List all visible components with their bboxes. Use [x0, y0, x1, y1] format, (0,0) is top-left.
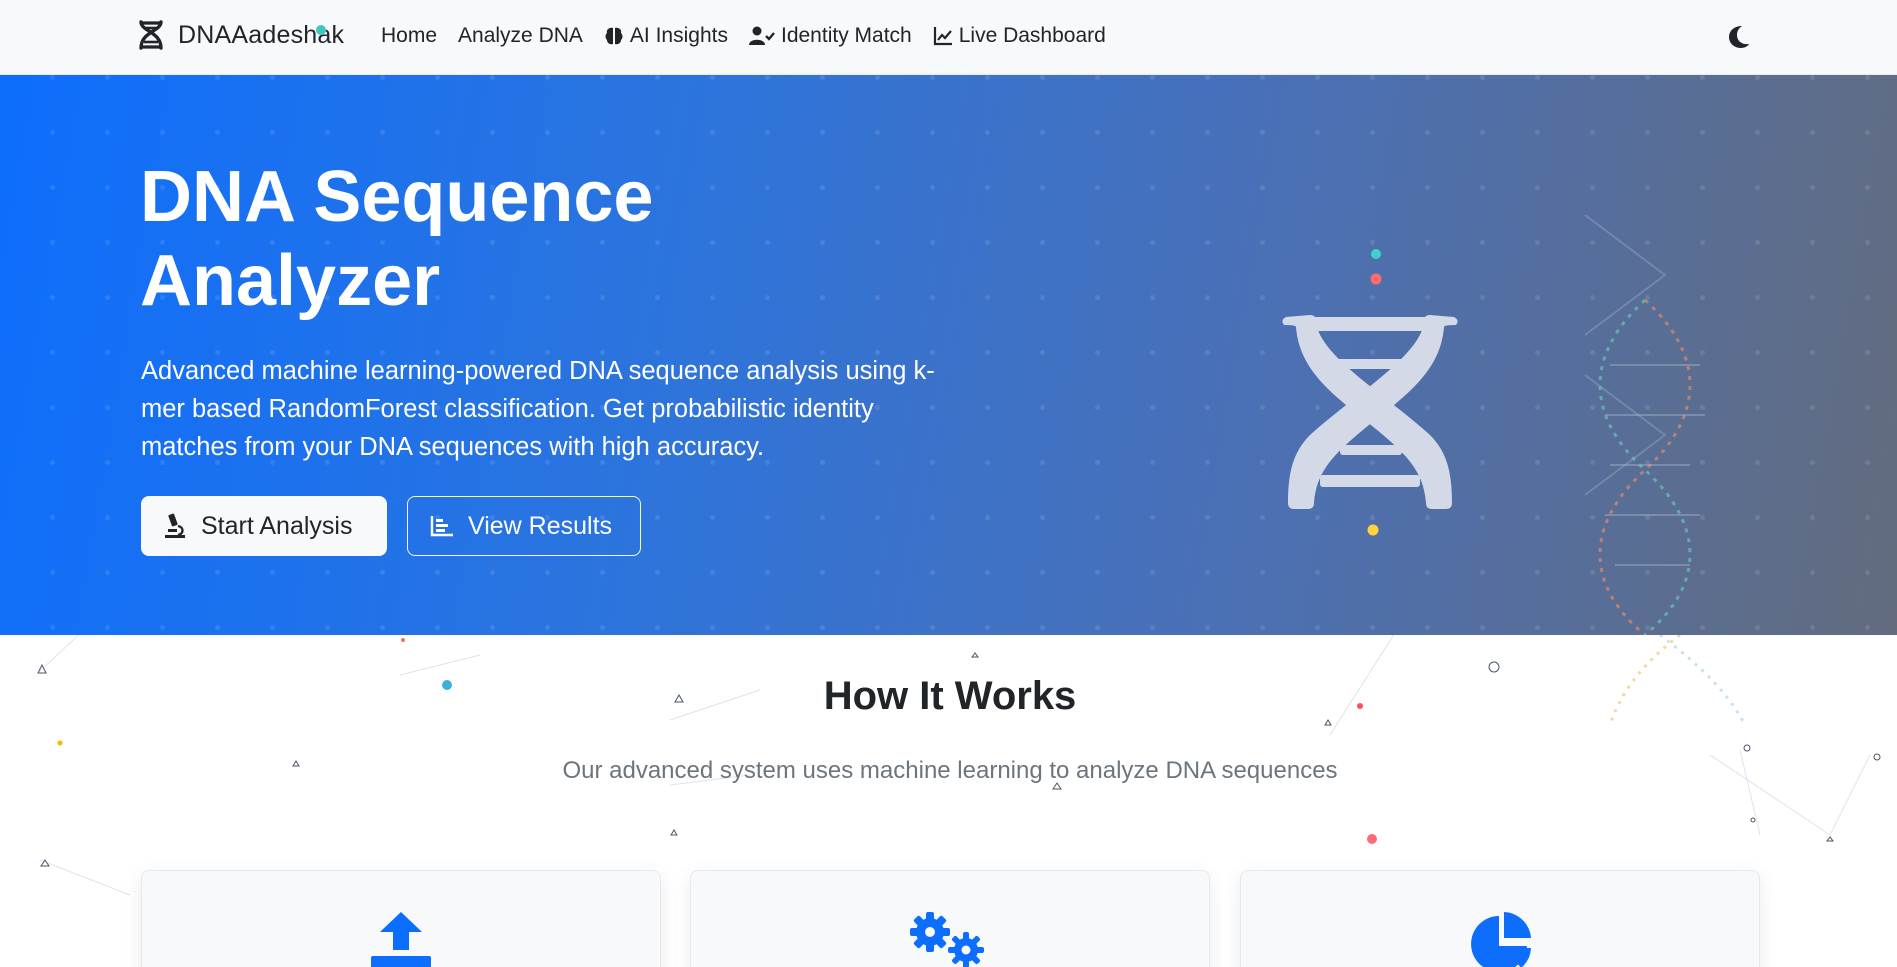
brain-icon: [605, 27, 623, 45]
brand[interactable]: DNAAadeshak: [138, 20, 344, 50]
nav-identity-label: Identity Match: [780, 24, 912, 47]
moon-icon: [1729, 26, 1749, 48]
sparkle-dot: [316, 25, 326, 35]
chart-pie-icon: [1471, 912, 1531, 967]
section-subtitle: Our advanced system uses machine learnin…: [562, 757, 1338, 784]
chart-bar-icon: [430, 516, 453, 537]
nav-analyze-dna[interactable]: Analyze DNA: [458, 24, 583, 48]
navbar: DNAAadeshak Home Analyze DNA AI Insights…: [0, 0, 1897, 75]
nav-ai-label: AI Insights: [629, 24, 728, 47]
nav-home[interactable]: Home: [381, 24, 437, 48]
upload-icon: [371, 912, 431, 967]
microscope-icon: [165, 513, 185, 538]
hero-description: Advanced machine learning-powered DNA se…: [141, 357, 935, 461]
hero-title: DNA Sequence Analyzer: [140, 155, 840, 323]
helix-decoration: [1584, 215, 1705, 635]
dna-icon: [139, 20, 163, 50]
nav-dashboard-label: Live Dashboard: [958, 24, 1106, 47]
hero-title-line1: DNA Sequence: [140, 157, 654, 237]
section-title: How It Works: [823, 674, 1077, 718]
nav-home-label: Home: [381, 24, 438, 47]
nav-identity-match[interactable]: Identity Match: [748, 24, 912, 48]
nav-links: Home Analyze DNA AI Insights Identity Ma…: [381, 24, 1106, 48]
nav-ai-insights[interactable]: AI Insights: [604, 24, 728, 48]
cogs-icon: [910, 912, 984, 967]
hero-title-line2: Analyzer: [140, 241, 441, 321]
view-results-button[interactable]: View Results: [407, 496, 641, 556]
user-check-icon: [748, 26, 775, 45]
nav-analyze-label: Analyze DNA: [458, 24, 583, 47]
start-analysis-label: Start Analysis: [201, 511, 353, 540]
dna-icon: [1282, 249, 1458, 536]
nav-live-dashboard[interactable]: Live Dashboard: [933, 24, 1106, 48]
hero-section: DNA Sequence Analyzer Advanced machine l…: [0, 75, 1897, 635]
start-analysis-button[interactable]: Start Analysis: [141, 496, 387, 556]
theme-toggle[interactable]: [1724, 22, 1754, 52]
view-results-label: View Results: [468, 511, 613, 540]
chart-line-icon: [933, 27, 952, 46]
